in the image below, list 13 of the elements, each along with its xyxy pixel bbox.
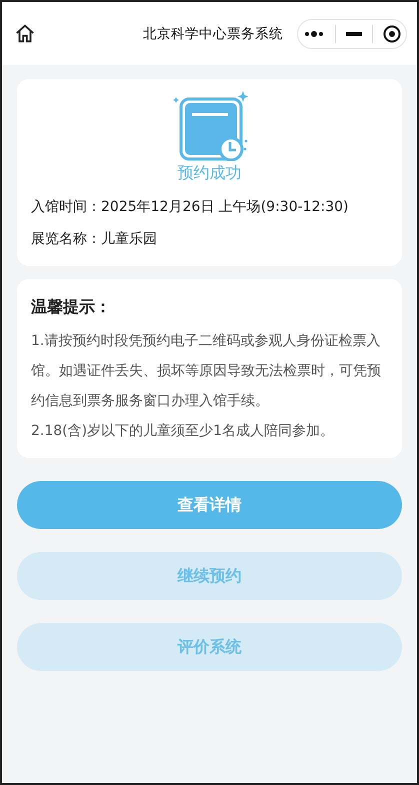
more-icon[interactable]	[303, 30, 325, 38]
tips-title: 温馨提示：	[31, 297, 112, 318]
info-line: 入馆时间：2025年12月26日 上午场(9:30-12:30)	[31, 198, 350, 216]
tip-text: 1.请按预约时段凭预约电子二维码或参观人身份证检票入馆。如遇证件丢失、损坏等原因导致无法检票时，可凭预约信息到票务服务窗口办理入馆手续。	[31, 332, 382, 411]
status-text: 预约成功	[178, 163, 242, 184]
action-button[interactable]: 查看详情	[17, 481, 402, 529]
close-icon[interactable]	[383, 24, 401, 42]
page-title: 北京科学中心票务系统	[142, 24, 284, 42]
home-icon[interactable]	[14, 22, 36, 44]
calendar-clock-icon	[172, 91, 248, 161]
info-line: 展览名称：儿童乐园	[31, 230, 158, 248]
tip-text: 2.18(含)岁以下的儿童须至少1名成人陪同参加。	[31, 422, 336, 441]
minimize-icon[interactable]	[346, 32, 362, 36]
